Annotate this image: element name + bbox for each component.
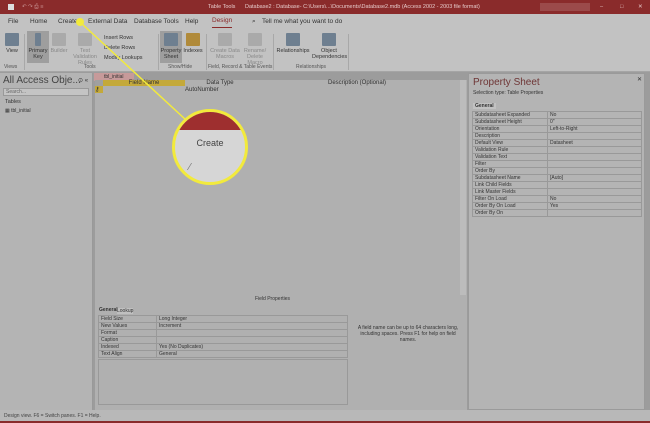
magnifier: Create ⁄ xyxy=(172,109,248,185)
wand-icon: ⁄ xyxy=(189,162,191,173)
callout-line xyxy=(76,18,187,121)
callout-dot xyxy=(76,18,84,26)
callout-pointer xyxy=(79,21,187,121)
magnified-create-tab: Create xyxy=(196,138,224,148)
magnified-ribbon xyxy=(175,112,245,130)
